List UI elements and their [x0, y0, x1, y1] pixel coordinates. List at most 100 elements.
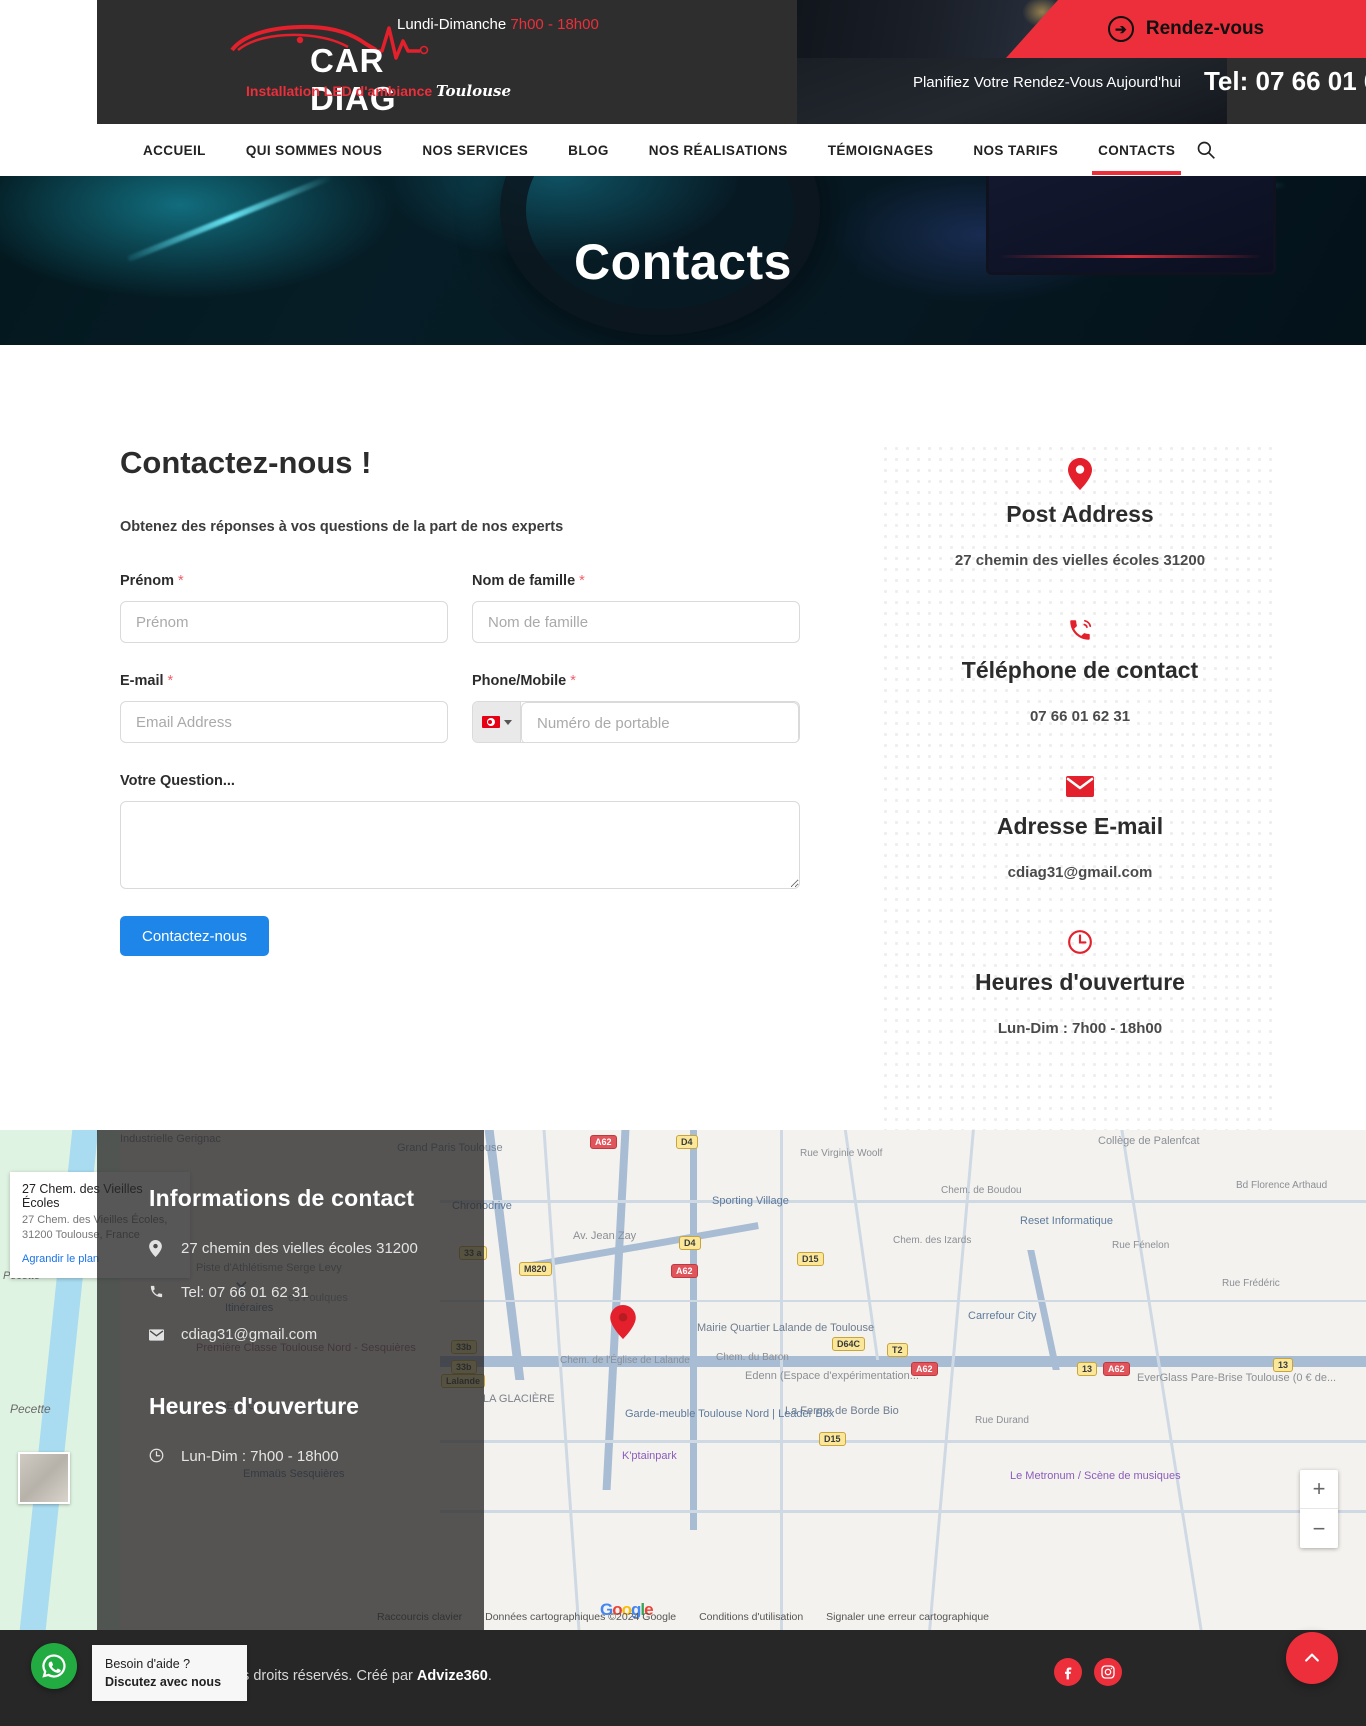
info-value-hours: Lun-Dim : 7h00 - 18h00: [880, 1020, 1280, 1037]
facebook-icon[interactable]: [1054, 1658, 1082, 1686]
site-logo[interactable]: CAR DIAG Installation LED d'ambiance Tou…: [224, 20, 454, 100]
ambient-light-strip: [127, 174, 333, 262]
page-title: Contacts: [0, 233, 1366, 291]
info-block-phone: Téléphone de contact 07 66 01 62 31: [880, 613, 1280, 725]
contact-form-title: Contactez-nous !: [120, 445, 800, 481]
appointment-button[interactable]: ➔ Rendez-vous: [1006, 0, 1366, 58]
map-route-shield: A62: [1103, 1362, 1130, 1376]
map-motorway: [485, 1130, 525, 1380]
map-label: Collège de Palenfcat: [1098, 1135, 1200, 1147]
map-attrib-data: Données cartographiques ©2024 Google: [485, 1611, 676, 1623]
map-motorway: [690, 1130, 697, 1530]
map-pin-icon: [149, 1238, 165, 1264]
phone-input-group: [472, 701, 800, 743]
map-label: Chem. de l'Église de Lalande: [560, 1355, 690, 1366]
footer-phone-item[interactable]: Tel: 07 66 01 62 31: [149, 1282, 444, 1306]
site-header: Lundi-Dimanche 7h00 - 18h00 ➔ Rendez-vou…: [0, 0, 1366, 176]
map-label: Carrefour City: [968, 1310, 1036, 1322]
nav-item-nos-realisations[interactable]: NOS RÉALISATIONS: [629, 143, 808, 158]
envelope-icon: [880, 769, 1280, 803]
nav-item-blog[interactable]: BLOG: [548, 143, 629, 158]
map-label: Le Metronum / Scène de musiques: [1010, 1470, 1181, 1482]
scroll-to-top-button[interactable]: [1286, 1632, 1338, 1684]
map-street-view-thumbnail[interactable]: [18, 1452, 70, 1504]
social-links: [1054, 1658, 1122, 1686]
header-hours-value: 7h00 - 18h00: [510, 16, 598, 33]
map-label: Pecette: [10, 1402, 51, 1416]
whatsapp-button[interactable]: [31, 1643, 77, 1689]
nav-item-contacts[interactable]: CONTACTS: [1078, 143, 1195, 158]
footer-contact-heading: Informations de contact: [149, 1185, 444, 1212]
map-road: [928, 1130, 975, 1630]
footer-email-text: cdiag31@gmail.com: [181, 1324, 317, 1346]
question-textarea[interactable]: [120, 801, 800, 889]
info-value-phone: 07 66 01 62 31: [880, 708, 1280, 725]
search-icon[interactable]: [1196, 140, 1216, 160]
nav-item-temoignages[interactable]: TÉMOIGNAGES: [808, 143, 954, 158]
footer-email-item[interactable]: cdiag31@gmail.com: [149, 1324, 444, 1348]
email-input[interactable]: [120, 701, 448, 743]
map-label: Reset Informatique: [1020, 1215, 1113, 1227]
header-telephone[interactable]: Tel: 07 66 01 62 31: [1204, 66, 1366, 97]
field-email: E-mail *: [120, 673, 448, 743]
map-road: [440, 1200, 1366, 1203]
credit-link[interactable]: Advize360: [417, 1668, 488, 1684]
map-zoom-out-button[interactable]: −: [1300, 1509, 1338, 1548]
map-route-shield: M820: [519, 1262, 552, 1276]
phone-label: Phone/Mobile *: [472, 673, 800, 689]
phone-icon: [149, 1282, 165, 1306]
map-zoom-controls: + −: [1300, 1470, 1338, 1548]
map-label: Chem. du Baron: [716, 1352, 789, 1363]
nav-item-accueil[interactable]: ACCUEIL: [123, 143, 226, 158]
header-plan-text: Planifiez Votre Rendez-Vous Aujourd'hui: [913, 74, 1181, 91]
field-last-name: Nom de famille *: [472, 573, 800, 643]
map-route-shield: A62: [671, 1264, 698, 1278]
map-route-shield: A62: [590, 1135, 617, 1149]
last-name-required: *: [579, 573, 585, 589]
footer-hours-text: Lun-Dim : 7h00 - 18h00: [181, 1446, 339, 1468]
footer-hours-item: Lun-Dim : 7h00 - 18h00: [149, 1446, 444, 1470]
whatsapp-icon: [40, 1652, 68, 1680]
envelope-icon: [149, 1324, 165, 1348]
map-label: Chem. des Izards: [893, 1235, 971, 1246]
instagram-icon[interactable]: [1094, 1658, 1122, 1686]
map-road: [543, 1130, 581, 1630]
clock-icon: [149, 1446, 165, 1470]
map-route-shield: D4: [679, 1236, 701, 1250]
field-first-name: Prénom *: [120, 573, 448, 643]
last-name-label: Nom de famille *: [472, 573, 800, 589]
submit-button[interactable]: Contactez-nous: [120, 916, 269, 956]
whatsapp-tooltip[interactable]: Besoin d'aide ? Discutez avec nous: [92, 1645, 247, 1701]
footer-hours-heading: Heures d'ouverture: [149, 1393, 444, 1420]
map-road: [440, 1510, 1366, 1513]
map-label: Bd Florence Arthaud: [1236, 1180, 1327, 1191]
first-name-input[interactable]: [120, 601, 448, 643]
last-name-input[interactable]: [472, 601, 800, 643]
map-attrib-terms[interactable]: Conditions d'utilisation: [699, 1611, 803, 1623]
footer-address-item: 27 chemin des vielles écoles 31200: [149, 1238, 444, 1264]
map-label: Mairie Quartier Lalande de Toulouse: [697, 1322, 874, 1334]
nav-item-qui-sommes-nous[interactable]: QUI SOMMES NOUS: [226, 143, 403, 158]
map-route-shield: 13: [1273, 1358, 1293, 1372]
phone-label-text: Phone/Mobile: [472, 673, 566, 689]
map-label: Garde-meuble Toulouse Nord | Leader Box: [625, 1408, 834, 1420]
map-route-shield: D64C: [832, 1337, 865, 1351]
map-route-shield: A62: [911, 1362, 938, 1376]
map-location-marker[interactable]: [610, 1305, 636, 1339]
header-dark-bar: Lundi-Dimanche 7h00 - 18h00 ➔ Rendez-vou…: [97, 0, 1366, 124]
contact-form: Contactez-nous ! Obtenez des réponses à …: [120, 445, 800, 956]
logo-tagline: Installation LED d'ambiance Toulouse: [246, 82, 511, 100]
logo-brand-text: CAR DIAG: [310, 42, 454, 118]
nav-item-nos-tarifs[interactable]: NOS TARIFS: [953, 143, 1078, 158]
map-zoom-in-button[interactable]: +: [1300, 1470, 1338, 1509]
chevron-down-icon: [504, 720, 512, 725]
phone-input[interactable]: [521, 702, 799, 743]
info-heading-phone: Téléphone de contact: [880, 657, 1280, 684]
country-select-button[interactable]: [473, 702, 521, 742]
nav-item-nos-services[interactable]: NOS SERVICES: [402, 143, 548, 158]
map-attrib-report[interactable]: Signaler une erreur cartographique: [826, 1611, 989, 1623]
phone-icon: [880, 613, 1280, 647]
email-required: *: [168, 673, 174, 689]
info-block-email: Adresse E-mail cdiag31@gmail.com: [880, 769, 1280, 881]
map-label: Rue Fénelon: [1112, 1240, 1169, 1251]
